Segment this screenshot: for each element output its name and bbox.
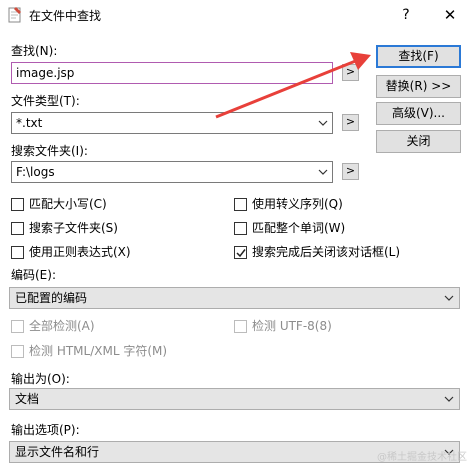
output-options-value: 显示文件名和行 [15,445,100,459]
chevron-down-icon [318,169,328,175]
checkbox-label: 搜索完成后关闭该对话框(L) [252,245,401,259]
checkbox-label: 检测 UTF-8(8) [252,319,332,333]
checkbox-label: 检测 HTML/XML 字符(M) [29,344,168,358]
title-bar: 在文件中查找 ? ✕ [0,0,473,30]
help-button[interactable]: ? [392,5,420,25]
checkbox-box[interactable] [234,246,247,259]
checkbox-box[interactable] [11,222,24,235]
checkbox-label: 匹配大小写(C) [29,197,107,211]
close-window-button[interactable]: ✕ [436,5,464,25]
checkbox-label: 匹配整个单词(W) [252,221,346,235]
encoding-label: 编码(E): [11,268,56,282]
advanced-button[interactable]: 高级(V)... [376,102,461,125]
folder-value: F:\logs [16,165,55,179]
output-to-select[interactable]: 文档 [9,388,460,410]
checkbox-label: 全部检测(A) [29,319,95,333]
find-button[interactable]: 查找(F) [376,45,461,68]
output-options-label: 输出选项(P): [11,423,80,437]
checkbox-label: 使用正则表达式(X) [29,245,131,259]
checkbox-label: 使用转义序列(Q) [252,197,343,211]
checkbox-label: 搜索子文件夹(S) [29,221,118,235]
file-type-combo[interactable]: *.txt [11,112,333,134]
app-icon [8,7,21,23]
close-button[interactable]: 关闭 [376,130,461,153]
checkbox-box[interactable] [11,320,24,333]
file-type-label: 文件类型(T): [11,94,80,108]
folder-browse-button[interactable]: > [342,163,359,180]
window-title: 在文件中查找 [29,9,102,23]
find-label: 查找(N): [11,44,58,58]
chevron-down-icon [444,396,454,402]
folder-combo[interactable]: F:\logs [11,161,333,183]
encoding-value: 已配置的编码 [15,291,88,305]
find-history-button[interactable]: > [342,64,359,81]
output-to-label: 输出为(O): [11,372,70,386]
checkbox-box[interactable] [234,320,247,333]
checkbox-box[interactable] [234,222,247,235]
chevron-down-icon [318,120,328,126]
chevron-down-icon [444,295,454,301]
find-input-value: image.jsp [16,66,75,80]
file-type-history-button[interactable]: > [342,114,359,131]
output-to-value: 文档 [15,392,40,406]
watermark: @稀土掘金技术社区 [377,452,467,463]
find-input[interactable]: image.jsp [11,62,333,84]
replace-button[interactable]: 替换(R) >> [376,75,461,98]
file-type-value: *.txt [16,116,43,130]
checkbox-box[interactable] [11,345,24,358]
checkbox-box[interactable] [234,198,247,211]
checkmark-icon [236,249,246,258]
folder-label: 搜索文件夹(I): [11,144,88,158]
checkbox-box[interactable] [11,198,24,211]
encoding-select[interactable]: 已配置的编码 [9,287,460,309]
checkbox-box[interactable] [11,246,24,259]
